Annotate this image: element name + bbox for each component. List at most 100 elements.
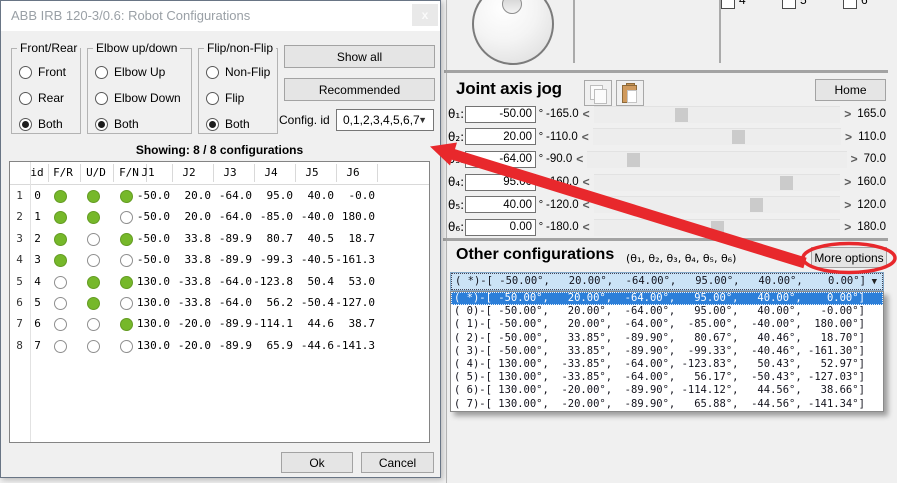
jog-decrement-icon[interactable]: < [576, 152, 583, 166]
config-id-cell: 6 [29, 317, 46, 330]
table-row[interactable]: 65130.0-33.8-64.056.2-50.4-127.0 [10, 293, 429, 314]
checkbox-icon[interactable] [782, 0, 796, 9]
radio-option[interactable]: Front [12, 59, 80, 85]
chevron-down-icon[interactable]: ▼ [872, 277, 877, 287]
joint-value-input[interactable] [465, 128, 536, 145]
radio-icon[interactable] [19, 92, 32, 105]
jog-increment-icon[interactable]: > [845, 130, 852, 144]
axis-checkbox[interactable]: 6 [843, 0, 889, 11]
radio-option[interactable]: Non-Flip [199, 59, 277, 85]
joint-value-cell: 38.7 [327, 317, 375, 330]
configuration-list-item[interactable]: ( 7)-[ 130.00°, -20.00°, -89.90°, 65.88°… [451, 398, 883, 411]
jog-decrement-icon[interactable]: < [583, 198, 590, 212]
close-icon[interactable]: x [412, 4, 438, 26]
table-row[interactable]: 32-50.033.8-89.980.740.518.7 [10, 229, 429, 250]
axis-checkbox[interactable]: 4 [721, 0, 767, 11]
joint-label: θ₆: [448, 220, 465, 234]
joint-value-cell: -161.3 [327, 253, 375, 266]
filter-group-title: Elbow up/down [93, 41, 180, 55]
joint-value-cell: -141.3 [327, 339, 375, 352]
configuration-combobox[interactable]: ( *)-[ -50.00°, 20.00°, -64.00°, 95.00°,… [450, 272, 884, 291]
jog-decrement-icon[interactable]: < [583, 175, 590, 189]
cancel-button[interactable]: Cancel [361, 452, 434, 473]
radio-label: Both [38, 117, 63, 131]
jog-increment-icon[interactable]: > [844, 198, 851, 212]
radio-icon[interactable] [95, 118, 108, 131]
table-row[interactable]: 10-50.020.0-64.095.040.0-0.0 [10, 186, 429, 207]
recommended-button[interactable]: Recommended [284, 78, 435, 101]
radio-icon[interactable] [206, 92, 219, 105]
joint-label: θ₁: [448, 107, 465, 121]
configurations-table-header: idF/RU/DF/NJ1J2J3J4J5J6 [10, 162, 429, 184]
joint-value-input[interactable] [465, 106, 536, 123]
joint-value-cell: 18.7 [327, 232, 375, 245]
jog-increment-icon[interactable]: > [844, 220, 851, 234]
radio-option[interactable]: Rear [12, 85, 80, 111]
joint-slider-track[interactable] [587, 151, 846, 168]
config-id-cell: 1 [29, 210, 46, 223]
config-id-combobox[interactable]: 0,1,2,3,4,5,6,7 ▼ [336, 109, 434, 131]
radio-icon[interactable] [206, 118, 219, 131]
configuration-list-item[interactable]: ( *)-[ -50.00°, 20.00°, -64.00°, 95.00°,… [451, 292, 883, 305]
axis-checkbox[interactable]: 5 [782, 0, 828, 11]
table-row[interactable]: 21-50.020.0-64.0-85.0-40.0180.0 [10, 207, 429, 228]
home-button[interactable]: Home [815, 79, 886, 101]
joint-slider-track[interactable] [594, 174, 841, 191]
jog-increment-icon[interactable]: > [844, 107, 851, 121]
joint-slider-track[interactable] [594, 196, 841, 213]
radio-icon[interactable] [19, 66, 32, 79]
radio-option[interactable]: Both [88, 111, 191, 137]
jog-decrement-icon[interactable]: < [582, 130, 589, 144]
radio-icon[interactable] [206, 66, 219, 79]
radio-icon[interactable] [95, 92, 108, 105]
joint-slider-track[interactable] [594, 219, 841, 236]
led-on-icon [87, 211, 100, 224]
joint-slider-track[interactable] [594, 106, 841, 123]
joint-value-input[interactable] [465, 151, 536, 168]
slider-thumb[interactable] [780, 176, 793, 190]
radio-icon[interactable] [19, 118, 32, 131]
configuration-list-item[interactable]: ( 4)-[ 130.00°, -33.85°, -64.00°, -123.8… [451, 358, 883, 371]
chevron-down-icon: ▼ [418, 115, 427, 125]
radio-option[interactable]: Elbow Down [88, 85, 191, 111]
configuration-list-item[interactable]: ( 1)-[ -50.00°, 20.00°, -64.00°, -85.00°… [451, 318, 883, 331]
radio-option[interactable]: Flip [199, 85, 277, 111]
slider-thumb[interactable] [675, 108, 688, 122]
jog-increment-icon[interactable]: > [844, 175, 851, 189]
jog-decrement-icon[interactable]: < [583, 107, 590, 121]
checkbox-icon[interactable] [843, 0, 857, 9]
configuration-list-item[interactable]: ( 2)-[ -50.00°, 33.85°, -89.90°, 80.67°,… [451, 332, 883, 345]
radio-option[interactable]: Both [12, 111, 80, 137]
ok-button[interactable]: Ok [281, 452, 353, 473]
slider-thumb[interactable] [732, 130, 745, 144]
radio-option[interactable]: Both [199, 111, 277, 137]
joint-value-input[interactable] [465, 219, 536, 236]
jog-increment-icon[interactable]: > [851, 152, 858, 166]
joint-value-input[interactable] [465, 174, 536, 191]
slider-thumb[interactable] [627, 153, 640, 167]
other-configurations-subtitle: (θ₁, θ₂, θ₃, θ₄, θ₅, θ₆) [626, 252, 736, 265]
show-all-button[interactable]: Show all [284, 45, 435, 68]
table-row[interactable]: 54130.0-33.8-64.0-123.850.453.0 [10, 272, 429, 293]
radio-option[interactable]: Elbow Up [88, 59, 191, 85]
radio-icon[interactable] [95, 66, 108, 79]
configuration-list-item[interactable]: ( 0)-[ -50.00°, 20.00°, -64.00°, 95.00°,… [451, 305, 883, 318]
jog-decrement-icon[interactable]: < [583, 220, 590, 234]
joint-slider-track[interactable] [593, 128, 841, 145]
other-section-divider [443, 238, 888, 241]
joint-min-label: -160.0 [546, 176, 579, 188]
checkbox-icon[interactable] [721, 0, 735, 9]
slider-thumb[interactable] [711, 221, 724, 235]
joint-value-input[interactable] [465, 196, 536, 213]
configuration-list-item[interactable]: ( 3)-[ -50.00°, 33.85°, -89.90°, -99.33°… [451, 345, 883, 358]
table-row[interactable]: 43-50.033.8-89.9-99.3-40.5-161.3 [10, 250, 429, 271]
dialog-title: ABB IRB 120-3/0.6: Robot Configurations [11, 8, 250, 23]
configuration-list-item[interactable]: ( 5)-[ 130.00°, -33.85°, -64.00°, 56.17°… [451, 371, 883, 384]
table-row[interactable]: 76130.0-20.0-89.9-114.144.638.7 [10, 314, 429, 335]
more-options-button[interactable]: More options [811, 247, 887, 268]
led-on-icon [87, 276, 100, 289]
table-row[interactable]: 87130.0-20.0-89.965.9-44.6-141.3 [10, 336, 429, 357]
configuration-list-item[interactable]: ( 6)-[ 130.00°, -20.00°, -89.90°, -114.1… [451, 384, 883, 397]
configuration-combobox-value: ( *)-[ -50.00°, 20.00°, -64.00°, 95.00°,… [455, 275, 866, 287]
slider-thumb[interactable] [750, 198, 763, 212]
